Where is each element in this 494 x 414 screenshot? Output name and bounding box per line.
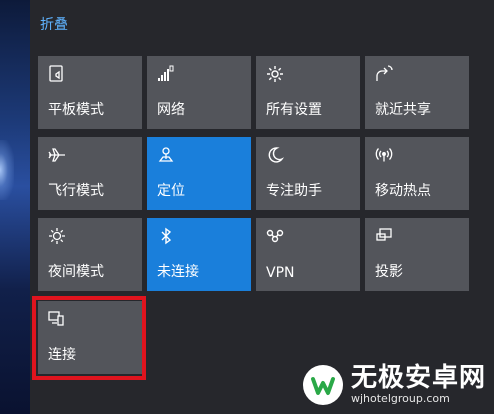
- wallpaper-glow: [0, 140, 14, 200]
- tile-label: 连接: [48, 347, 76, 363]
- tile-project[interactable]: 投影: [365, 218, 469, 291]
- airplane-icon: [47, 145, 67, 165]
- tile-tablet-mode[interactable]: 平板模式: [38, 56, 142, 129]
- bluetooth-icon: [156, 226, 176, 246]
- desktop-wallpaper-edge: [0, 0, 30, 414]
- watermark-title: 无极安卓网: [350, 363, 486, 393]
- tile-label: 平板模式: [48, 102, 104, 118]
- gear-icon: [265, 64, 285, 84]
- network-icon: [156, 64, 176, 84]
- tile-bluetooth[interactable]: 未连接: [147, 218, 251, 291]
- tile-label: 夜间模式: [48, 264, 104, 280]
- brightness-icon: [47, 226, 67, 246]
- tile-label: 投影: [375, 264, 403, 280]
- tile-all-settings[interactable]: 所有设置: [256, 56, 360, 129]
- tile-label: 网络: [157, 102, 185, 118]
- nearby-share-icon: [374, 64, 394, 84]
- tile-location[interactable]: 定位: [147, 137, 251, 210]
- project-icon: [374, 226, 394, 246]
- tile-mobile-hotspot[interactable]: 移动热点: [365, 137, 469, 210]
- location-icon: [156, 145, 176, 165]
- tile-vpn[interactable]: VPN: [256, 218, 360, 291]
- tile-label: 专注助手: [266, 183, 322, 199]
- tile-label: 所有设置: [266, 102, 322, 118]
- tile-network[interactable]: 网络: [147, 56, 251, 129]
- hotspot-icon: [374, 145, 394, 165]
- tile-label: 飞行模式: [48, 183, 104, 199]
- tile-label: 未连接: [157, 264, 199, 280]
- connect-icon: [47, 309, 67, 329]
- action-center-quick-actions: 折叠 平板模式 网络 所有设置 就近共享 飞行模式 定位 专注助手 移动热点 夜…: [30, 0, 494, 414]
- tile-airplane-mode[interactable]: 飞行模式: [38, 137, 142, 210]
- tile-label: VPN: [266, 265, 295, 281]
- watermark-logo-icon: [302, 365, 343, 405]
- tile-label: 就近共享: [375, 102, 431, 118]
- tablet-mode-icon: [47, 64, 67, 84]
- tile-nearby-share[interactable]: 就近共享: [365, 56, 469, 129]
- tile-focus-assist[interactable]: 专注助手: [256, 137, 360, 210]
- tile-label: 定位: [157, 183, 185, 199]
- watermark-url: wjhotelgroup.com: [350, 392, 450, 405]
- tile-connect[interactable]: 连接: [38, 301, 142, 374]
- vpn-icon: [265, 226, 285, 246]
- tile-label: 移动热点: [375, 183, 431, 199]
- collapse-link[interactable]: 折叠: [40, 14, 68, 34]
- tile-night-light[interactable]: 夜间模式: [38, 218, 142, 291]
- moon-icon: [265, 145, 285, 165]
- site-watermark: 无极安卓网 wjhotelgroup.com: [302, 363, 486, 406]
